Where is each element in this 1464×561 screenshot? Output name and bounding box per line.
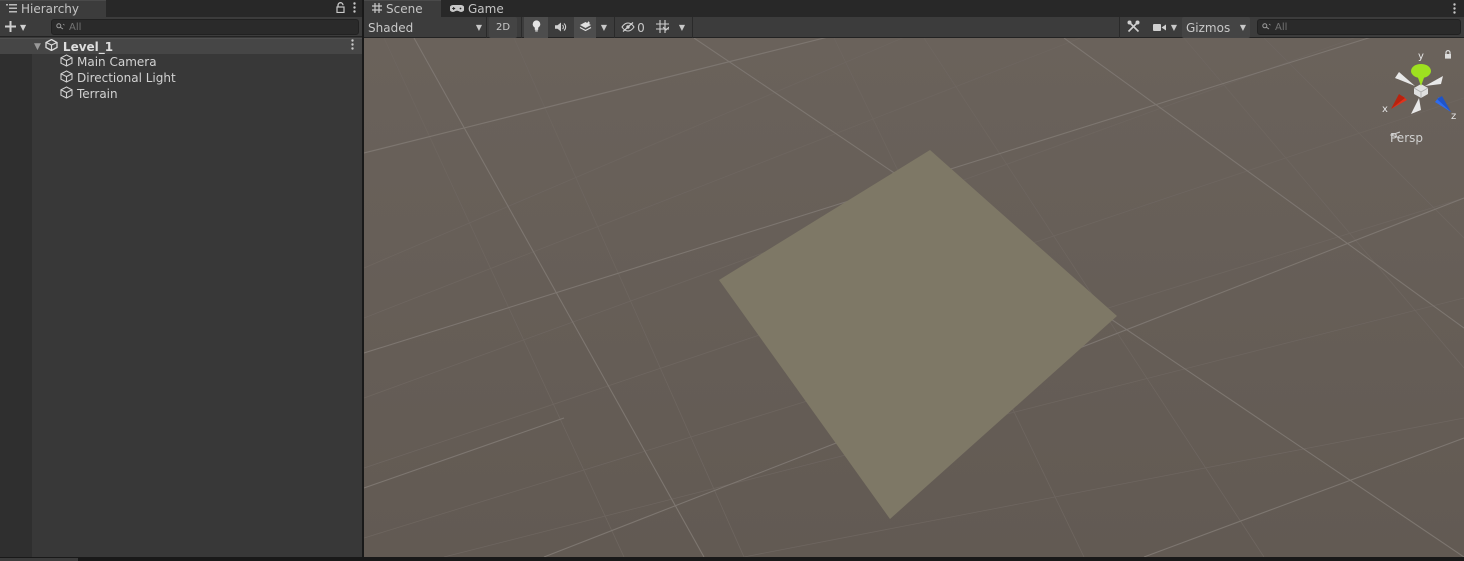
toggle-2d-button[interactable]: 2D bbox=[489, 17, 517, 38]
kebab-menu-icon[interactable] bbox=[351, 39, 354, 53]
item-label: Main Camera bbox=[77, 55, 157, 69]
effects-dropdown-button[interactable]: ▼ bbox=[597, 17, 611, 38]
speaker-icon bbox=[555, 21, 567, 35]
tab-label: Game bbox=[468, 1, 504, 16]
grid-dropdown-button[interactable]: ▼ bbox=[675, 17, 689, 38]
lighting-toggle-button[interactable] bbox=[524, 17, 548, 38]
search-icon bbox=[56, 22, 65, 33]
lightbulb-icon bbox=[532, 20, 541, 35]
tab-scene[interactable]: Scene bbox=[364, 0, 441, 17]
hidden-objects-toggle-button[interactable]: 0 bbox=[617, 17, 649, 38]
axis-z-label: z bbox=[1451, 111, 1456, 122]
create-dropdown-button[interactable]: ▼ bbox=[5, 18, 26, 36]
scene-name: Level_1 bbox=[62, 39, 114, 54]
toolbar-divider bbox=[486, 17, 487, 38]
caret-down-icon: ▼ bbox=[1239, 23, 1246, 32]
hierarchy-panel: Hierarchy ▼ ▼ bbox=[0, 0, 362, 557]
gizmos-dropdown-button[interactable]: Gizmos ▼ bbox=[1182, 17, 1250, 38]
caret-down-icon: ▼ bbox=[1170, 23, 1178, 32]
hidden-count: 0 bbox=[637, 20, 645, 35]
eye-slash-icon bbox=[621, 21, 635, 35]
gameobject-cube-icon bbox=[60, 86, 73, 102]
wrench-tools-icon bbox=[1127, 20, 1140, 36]
hierarchy-tree: ▼ Level_1 Main Camera Directional Light bbox=[0, 38, 362, 557]
draw-mode-dropdown[interactable]: Shaded ▼ bbox=[368, 17, 484, 38]
gameobject-cube-icon bbox=[60, 70, 73, 86]
scene-search[interactable] bbox=[1257, 19, 1461, 35]
layers-effects-icon bbox=[579, 21, 592, 35]
axis-y-label: y bbox=[1418, 51, 1424, 62]
projection-toggle[interactable]: Persp bbox=[1390, 131, 1423, 145]
toolbar-divider bbox=[1119, 17, 1120, 38]
list-icon bbox=[6, 2, 17, 16]
plus-icon bbox=[5, 18, 16, 36]
kebab-menu-icon[interactable] bbox=[353, 1, 356, 16]
search-icon bbox=[1262, 22, 1271, 33]
camera-settings-button[interactable]: ▼ bbox=[1150, 17, 1180, 38]
axis-x-label: x bbox=[1382, 104, 1388, 115]
hierarchy-item-main-camera[interactable]: Main Camera bbox=[0, 54, 362, 70]
scene-grid-canvas bbox=[364, 38, 1464, 557]
item-label: Directional Light bbox=[77, 71, 176, 85]
hierarchy-tab-actions bbox=[336, 0, 356, 17]
axis-gizmo-graphic: y x z bbox=[1382, 51, 1456, 122]
scene-tools-button[interactable] bbox=[1121, 17, 1145, 38]
caret-down-icon: ▼ bbox=[475, 23, 482, 32]
kebab-menu-icon[interactable] bbox=[1453, 0, 1456, 17]
hierarchy-toolbar: ▼ bbox=[0, 17, 362, 37]
unity-scene-icon bbox=[45, 38, 58, 54]
gamepad-icon bbox=[449, 2, 465, 16]
tab-hierarchy[interactable]: Hierarchy bbox=[0, 0, 106, 17]
tab-label: Hierarchy bbox=[21, 2, 80, 16]
bottom-panel-edge bbox=[0, 557, 1464, 561]
scene-search-input[interactable] bbox=[1275, 21, 1460, 33]
gizmos-label: Gizmos bbox=[1186, 20, 1231, 35]
scene-toolbar: Shaded ▼ 2D ▼ 0 ▼ ▼ Gizmos ▼ All bbox=[364, 17, 1464, 38]
scene-panel: Scene Game Shaded ▼ 2D ▼ 0 ▼ ▼ Gizmos ▼ … bbox=[364, 0, 1464, 557]
hierarchy-item-directional-light[interactable]: Directional Light bbox=[0, 70, 362, 86]
scene-tab-bar: Scene Game bbox=[364, 0, 1464, 17]
audio-toggle-button[interactable] bbox=[550, 17, 572, 38]
tab-game[interactable]: Game bbox=[449, 0, 520, 17]
video-camera-icon bbox=[1152, 21, 1166, 35]
hierarchy-tab-bar: Hierarchy bbox=[0, 0, 362, 17]
tab-label: Scene bbox=[386, 2, 423, 16]
scene-viewport[interactable]: y x z Persp bbox=[364, 38, 1464, 557]
toolbar-divider bbox=[692, 17, 693, 38]
draw-mode-label: Shaded bbox=[368, 20, 414, 35]
toolbar-divider bbox=[521, 17, 522, 38]
grid-hash-icon bbox=[372, 2, 382, 16]
grid-icon bbox=[655, 19, 669, 36]
grid-toggle-button[interactable] bbox=[651, 17, 673, 38]
lock-icon[interactable] bbox=[336, 1, 345, 16]
hierarchy-search[interactable] bbox=[51, 19, 359, 35]
hierarchy-item-terrain[interactable]: Terrain bbox=[0, 86, 362, 102]
toolbar-divider bbox=[614, 17, 615, 38]
hierarchy-search-input[interactable] bbox=[69, 21, 358, 33]
caret-down-icon: ▼ bbox=[600, 23, 608, 32]
fold-arrow-icon[interactable]: ▼ bbox=[34, 42, 41, 52]
caret-down-icon: ▼ bbox=[678, 23, 686, 32]
effects-toggle-button[interactable] bbox=[574, 17, 596, 38]
caret-down-icon: ▼ bbox=[20, 22, 27, 32]
item-label: Terrain bbox=[77, 87, 118, 101]
gameobject-cube-icon bbox=[60, 54, 73, 70]
scene-row-level-1[interactable]: ▼ Level_1 bbox=[0, 38, 362, 54]
